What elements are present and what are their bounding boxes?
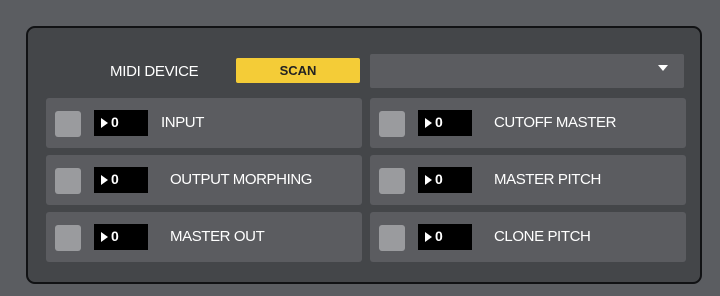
chevron-down-icon: [658, 65, 668, 71]
midi-cc-value[interactable]: 0: [94, 224, 148, 250]
slot-label: INPUT: [161, 114, 205, 131]
midi-settings-panel: MIDI DEVICE SCAN 0 INPUT 0 CUTOFF MASTER…: [26, 26, 702, 284]
scan-button[interactable]: SCAN: [236, 58, 360, 83]
slot-output-morphing: 0 OUTPUT MORPHING: [46, 155, 362, 205]
slot-input: 0 INPUT: [46, 98, 362, 148]
midi-cc-number: 0: [435, 171, 443, 187]
midi-device-row: MIDI DEVICE SCAN: [28, 54, 700, 88]
midi-cc-value[interactable]: 0: [418, 224, 472, 250]
play-arrow-icon: [101, 175, 108, 185]
play-arrow-icon: [101, 118, 108, 128]
slot-checkbox[interactable]: [379, 111, 405, 137]
midi-cc-number: 0: [111, 171, 119, 187]
slot-cutoff-master: 0 CUTOFF MASTER: [370, 98, 686, 148]
slot-checkbox[interactable]: [55, 111, 81, 137]
slot-checkbox[interactable]: [379, 225, 405, 251]
slot-label: MASTER OUT: [170, 228, 265, 245]
slot-master-pitch: 0 MASTER PITCH: [370, 155, 686, 205]
play-arrow-icon: [425, 232, 432, 242]
slot-checkbox[interactable]: [379, 168, 405, 194]
slot-checkbox[interactable]: [55, 168, 81, 194]
play-arrow-icon: [101, 232, 108, 242]
midi-cc-value[interactable]: 0: [94, 110, 148, 136]
midi-device-label: MIDI DEVICE: [110, 63, 199, 80]
midi-device-dropdown[interactable]: [370, 54, 684, 88]
midi-cc-value[interactable]: 0: [94, 167, 148, 193]
midi-cc-value[interactable]: 0: [418, 167, 472, 193]
midi-cc-number: 0: [435, 228, 443, 244]
slot-label: MASTER PITCH: [494, 171, 601, 188]
midi-cc-value[interactable]: 0: [418, 110, 472, 136]
slot-label: OUTPUT MORPHING: [170, 171, 313, 188]
midi-cc-number: 0: [111, 228, 119, 244]
midi-cc-number: 0: [111, 114, 119, 130]
slot-checkbox[interactable]: [55, 225, 81, 251]
play-arrow-icon: [425, 118, 432, 128]
midi-cc-number: 0: [435, 114, 443, 130]
slot-label: CLONE PITCH: [494, 228, 591, 245]
slot-master-out: 0 MASTER OUT: [46, 212, 362, 262]
play-arrow-icon: [425, 175, 432, 185]
slot-clone-pitch: 0 CLONE PITCH: [370, 212, 686, 262]
slot-label: CUTOFF MASTER: [494, 114, 617, 131]
